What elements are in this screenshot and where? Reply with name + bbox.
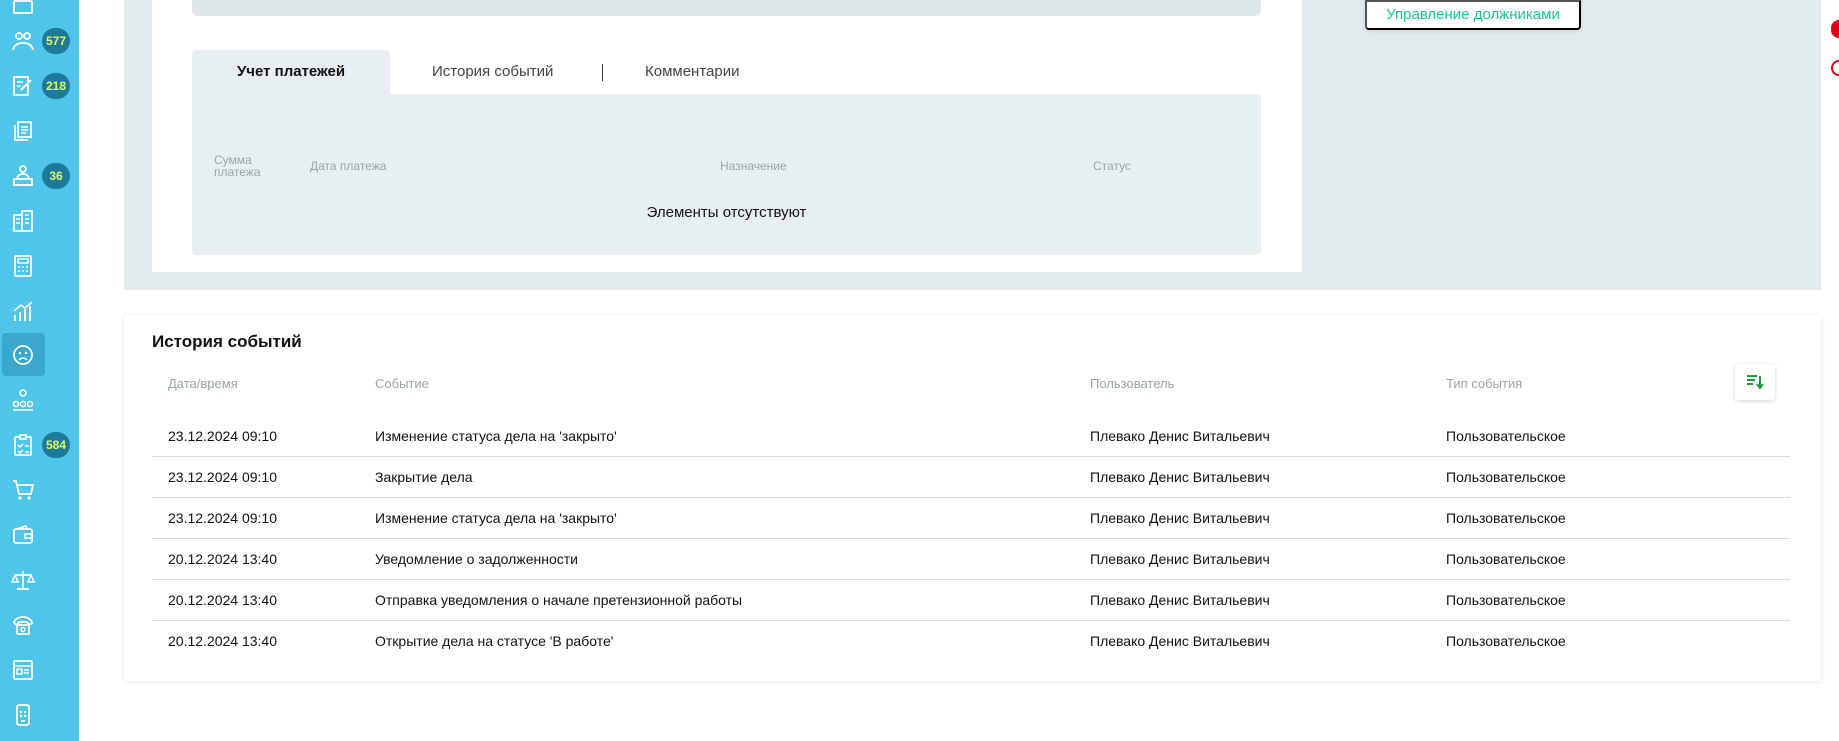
sidebar-item-partners[interactable]: 577: [0, 18, 79, 63]
briefcase-icon: [13, 0, 33, 14]
cell-datetime: 23.12.2024 09:10: [168, 469, 277, 485]
cell-event: Закрытие дела: [375, 469, 473, 485]
cell-event: Изменение статуса дела на 'закрыто': [375, 428, 617, 444]
cell-user: Плевако Денис Витальевич: [1090, 633, 1270, 649]
sidebar-item-wallet[interactable]: [0, 512, 79, 557]
cell-type: Пользовательское: [1446, 633, 1566, 649]
cell-event: Изменение статуса дела на 'закрыто': [375, 510, 617, 526]
table-row: 20.12.2024 13:40 Открытие дела на статус…: [152, 621, 1790, 662]
events-history-card: История событий Дата/время Событие Польз…: [124, 315, 1821, 681]
sort-button[interactable]: [1735, 364, 1775, 400]
sidebar-item-legal[interactable]: [0, 557, 79, 602]
document-edit-icon: [13, 76, 32, 96]
col-header-event: Событие: [375, 376, 429, 391]
wallet-icon: [13, 525, 33, 544]
tab-payments[interactable]: Учет платежей: [192, 50, 390, 94]
cell-user: Плевако Денис Витальевич: [1090, 551, 1270, 567]
notification-badge[interactable]: [1831, 60, 1839, 76]
cell-type: Пользовательское: [1446, 469, 1566, 485]
tab-events-history[interactable]: История событий: [432, 50, 553, 94]
scales-icon: [11, 571, 35, 590]
col-header-status: Статус: [1093, 159, 1131, 173]
cell-datetime: 20.12.2024 13:40: [168, 551, 277, 567]
sidebar: 577 218 36 584: [0, 0, 79, 741]
growth-chart-icon: [13, 301, 33, 321]
cell-user: Плевако Денис Витальевич: [1090, 592, 1270, 608]
shopping-cart-icon: [13, 480, 35, 500]
cell-type: Пользовательское: [1446, 551, 1566, 567]
documents-stack-icon: [14, 121, 32, 141]
sidebar-item-calls[interactable]: [0, 602, 79, 647]
cell-user: Плевако Денис Витальевич: [1090, 469, 1270, 485]
col-header-user: Пользователь: [1090, 376, 1175, 391]
sidebar-item-tasks[interactable]: 584: [0, 422, 79, 467]
sidebar-item-debtors[interactable]: [0, 332, 79, 377]
cell-user: Плевако Денис Витальевич: [1090, 428, 1270, 444]
cell-datetime: 20.12.2024 13:40: [168, 592, 277, 608]
clipboard-checklist-icon: [14, 434, 32, 456]
payments-panel: Сумма платежа Дата платежа Назначение Ст…: [192, 94, 1261, 255]
sort-descending-icon: [1747, 375, 1764, 390]
debtor-management-button[interactable]: Управление должниками: [1365, 0, 1581, 30]
sidebar-badge: 36: [42, 163, 70, 189]
table-row: 23.12.2024 09:10 Изменение статуса дела …: [152, 498, 1790, 539]
cell-datetime: 20.12.2024 13:40: [168, 633, 277, 649]
cell-type: Пользовательское: [1446, 510, 1566, 526]
sidebar-badge: 584: [42, 432, 70, 458]
table-row: 20.12.2024 13:40 Отправка уведомления о …: [152, 580, 1790, 621]
phone-icon: [13, 616, 33, 635]
col-header-amount: Сумма платежа: [214, 153, 261, 179]
notification-dot[interactable]: [1831, 20, 1839, 38]
sidebar-item-mobile[interactable]: [0, 692, 79, 737]
sidebar-item-documents-edit[interactable]: 218: [0, 63, 79, 108]
cell-user: Плевако Денис Витальевич: [1090, 510, 1270, 526]
buildings-icon: [13, 210, 33, 232]
sidebar-badge: 577: [42, 28, 70, 54]
cell-datetime: 23.12.2024 09:10: [168, 428, 277, 444]
sidebar-item-cards[interactable]: [0, 647, 79, 692]
sad-face-icon: [13, 345, 33, 365]
person-desk-icon: [13, 165, 33, 186]
sidebar-item-shop[interactable]: [0, 467, 79, 512]
tab-comments[interactable]: Комментарии: [645, 50, 739, 94]
cell-datetime: 23.12.2024 09:10: [168, 510, 277, 526]
cell-event: Уведомление о задолженности: [375, 551, 578, 567]
col-header-purpose: Назначение: [720, 159, 787, 173]
sidebar-badge: 218: [42, 73, 70, 99]
top-panel-fragment: [192, 0, 1261, 16]
org-structure-icon: [12, 389, 34, 411]
mobile-app-icon: [16, 704, 30, 726]
cell-event: Отправка уведомления о начале претензион…: [375, 592, 743, 608]
col-header-datetime: Дата/время: [168, 376, 238, 391]
case-tabs: Учет платежей История событий Комментари…: [192, 50, 1261, 94]
cell-event: Открытие дела на статусе 'В работе': [375, 633, 614, 649]
table-row: 23.12.2024 09:10 Изменение статуса дела …: [152, 416, 1790, 457]
sidebar-item-documents[interactable]: [0, 108, 79, 153]
sidebar-item-structure[interactable]: [0, 377, 79, 422]
cell-type: Пользовательское: [1446, 592, 1566, 608]
id-card-icon: [13, 660, 33, 680]
calculator-icon: [14, 255, 32, 277]
col-header-payment-date: Дата платежа: [310, 159, 387, 173]
tab-divider: [602, 64, 603, 81]
table-row: 23.12.2024 09:10 Закрытие дела Плевако Д…: [152, 457, 1790, 498]
col-header-event-type: Тип события: [1446, 376, 1523, 391]
sidebar-item-reception[interactable]: 36: [0, 153, 79, 198]
table-row: 20.12.2024 13:40 Уведомление о задолженн…: [152, 539, 1790, 580]
cell-type: Пользовательское: [1446, 428, 1566, 444]
sidebar-item-buildings[interactable]: [0, 198, 79, 243]
empty-message: Элементы отсутствуют: [646, 204, 807, 221]
handshake-people-icon: [12, 32, 34, 51]
events-title: История событий: [152, 332, 302, 351]
sidebar-item-analytics[interactable]: [0, 288, 79, 333]
sidebar-item-calculator[interactable]: [0, 243, 79, 288]
